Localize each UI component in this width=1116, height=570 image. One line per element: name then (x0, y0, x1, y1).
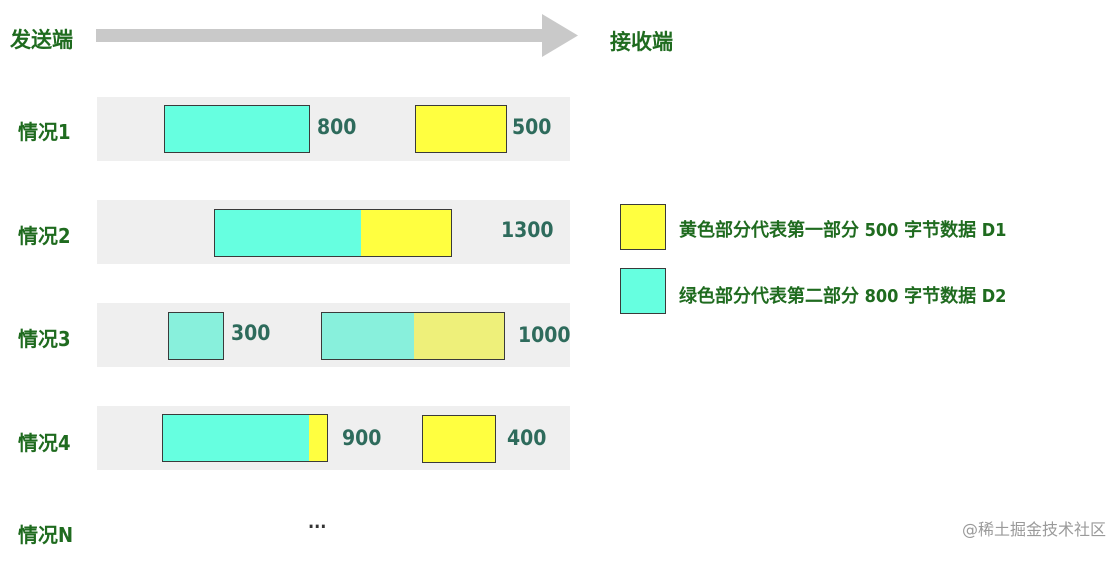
case-4-label: 情况4 (18, 431, 71, 455)
case-1-label: 情况1 (18, 120, 71, 144)
case-n-label: 情况N (18, 523, 74, 547)
case-3-label: 情况3 (18, 327, 71, 351)
packet-yellow (415, 105, 507, 153)
receiver-label: 接收端 (610, 30, 673, 54)
packet-size: 900 (342, 426, 382, 450)
legend-green-text: 绿色部分代表第二部分 800 字节数据 D2 (679, 286, 1007, 307)
case-4-strip: 900 400 (97, 406, 570, 470)
case-3-strip: 300 1000 (97, 303, 571, 367)
packet-size: 300 (231, 321, 271, 345)
ellipsis: ... (308, 512, 327, 533)
case-2-strip: 1300 (97, 200, 570, 264)
packet-size: 1000 (518, 323, 571, 347)
legend-green-swatch (620, 268, 666, 314)
packet-size: 1300 (501, 218, 554, 242)
packet-green-partial (168, 312, 224, 360)
packet-yellow (422, 415, 496, 463)
packet-combined (162, 414, 328, 462)
legend-yellow-swatch (620, 204, 666, 250)
packet-yellow-part (361, 210, 451, 256)
packet-combined (321, 312, 505, 360)
sender-label: 发送端 (10, 28, 73, 52)
packet-green-part (215, 210, 361, 256)
legend-yellow-text: 黄色部分代表第一部分 500 字节数据 D1 (679, 220, 1007, 241)
case-2-label: 情况2 (18, 224, 71, 248)
watermark: @稀土掘金技术社区 (961, 520, 1106, 539)
packet-green-part (322, 313, 414, 359)
packet-size: 500 (512, 115, 552, 139)
packet-combined (214, 209, 452, 257)
case-1-strip: 800 500 (97, 97, 570, 161)
transmit-arrow-icon (96, 14, 578, 57)
packet-yellow-part (414, 313, 504, 359)
packet-yellow-part (309, 415, 327, 461)
packet-size: 800 (317, 115, 357, 139)
packet-green (164, 105, 310, 153)
packet-green-part (163, 415, 309, 461)
packet-size: 400 (507, 426, 547, 450)
